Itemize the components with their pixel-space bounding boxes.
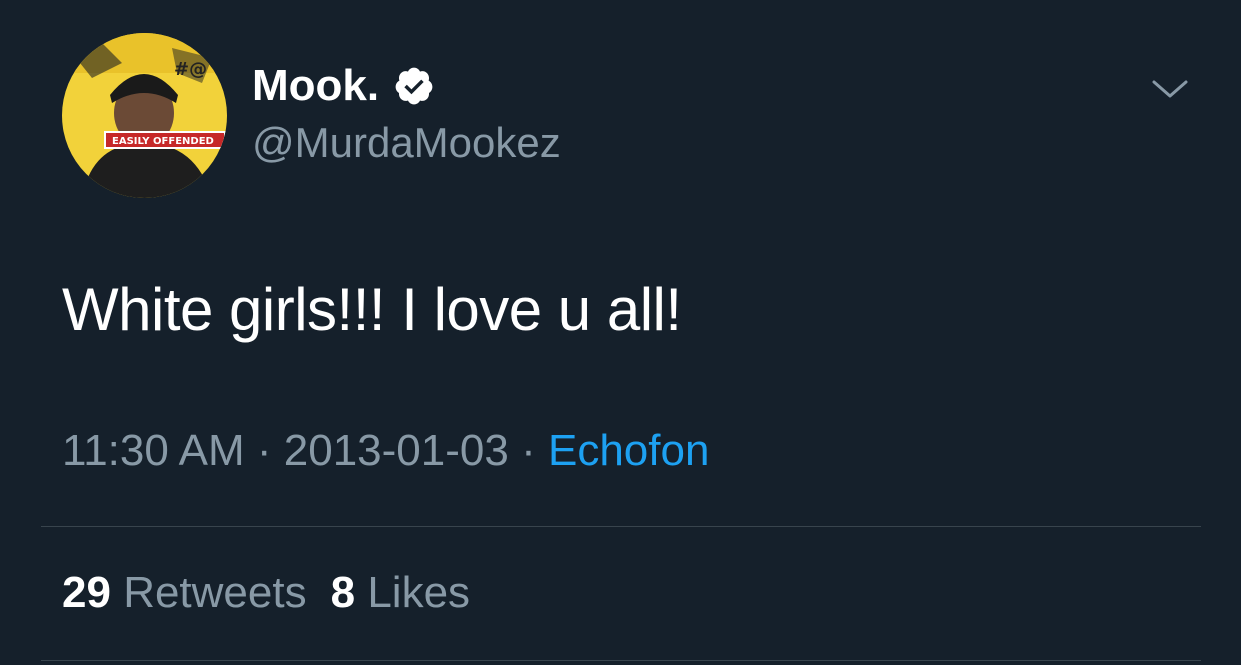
divider <box>41 526 1201 527</box>
tweet-text: White girls!!! I love u all! <box>62 276 682 343</box>
meta-separator: · <box>521 426 536 475</box>
verified-badge-icon <box>395 67 433 105</box>
retweets-label: Retweets <box>123 568 307 617</box>
display-name-row: Mook. <box>252 60 435 112</box>
tweet-source-link[interactable]: Echofon <box>548 426 709 475</box>
retweets-count: 29 <box>62 568 111 617</box>
user-handle[interactable]: @MurdaMookez <box>252 118 561 168</box>
tweet-time[interactable]: 11:30 AM <box>62 426 245 475</box>
retweets-stat[interactable]: 29 Retweets <box>62 568 307 617</box>
chevron-down-icon[interactable] <box>1150 74 1190 104</box>
avatar-badge-text: EASILY OFFENDED <box>112 136 214 147</box>
display-name[interactable]: Mook. <box>252 60 379 112</box>
tweet-meta: 11:30 AM · 2013-01-03 · Echofon <box>62 424 709 478</box>
tweet-card: #@ EASILY OFFENDED Mook. @MurdaMookez Wh… <box>0 0 1241 665</box>
likes-label: Likes <box>367 568 471 617</box>
divider <box>41 660 1201 661</box>
avatar[interactable]: #@ EASILY OFFENDED <box>62 33 227 198</box>
tweet-date[interactable]: 2013-01-03 <box>284 426 509 475</box>
likes-count: 8 <box>330 568 356 617</box>
svg-text:#@: #@ <box>174 59 207 80</box>
likes-stat[interactable]: 8 Likes <box>331 568 470 617</box>
avatar-image: #@ EASILY OFFENDED <box>62 33 227 198</box>
meta-separator: · <box>256 426 272 475</box>
tweet-stats: 29 Retweets 8 Likes <box>62 566 470 620</box>
